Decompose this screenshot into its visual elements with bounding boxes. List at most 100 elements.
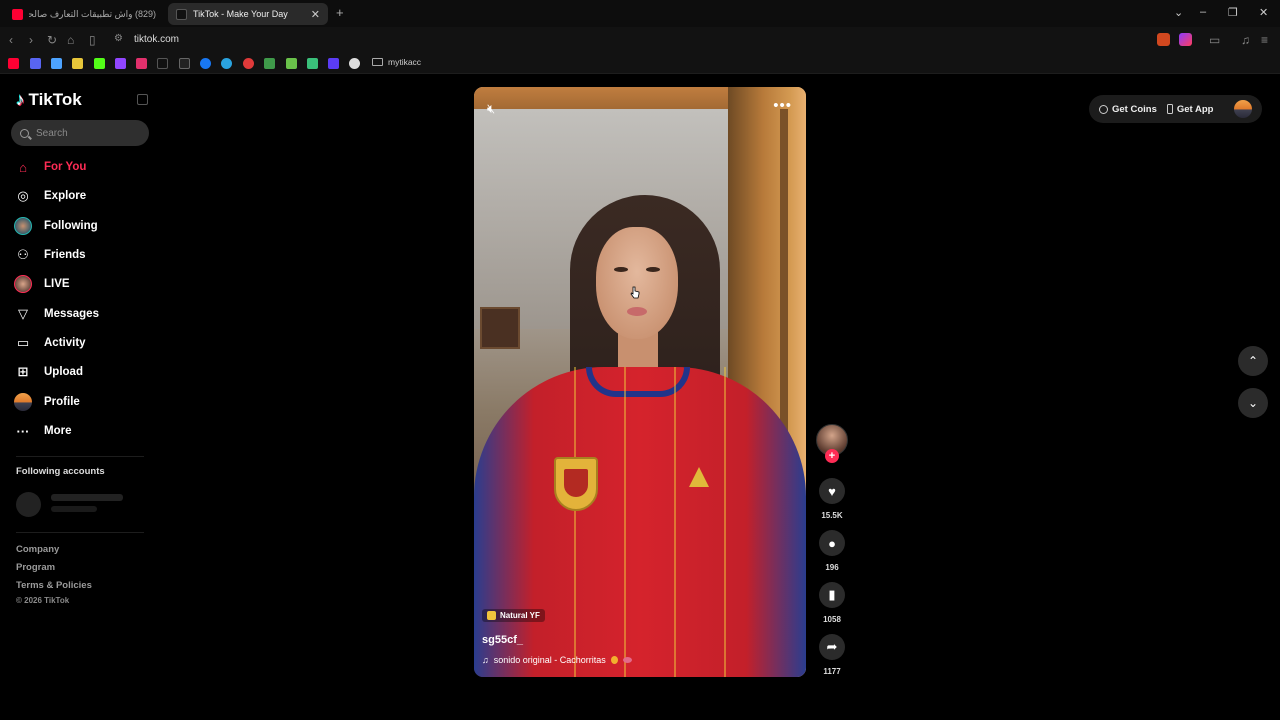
sidebar-item-profile[interactable]: Profile [14,391,80,413]
bookmark-facebook-icon[interactable] [200,58,211,69]
address-bar: ‹ › ↻ ⌂ ▯ ⚙ tiktok.com ▭ ♫ ≡ [0,27,1280,54]
music-info[interactable]: ♫ sonido original - Cachorritas [482,655,798,665]
comment-button[interactable]: ● [819,530,845,556]
bookmark-gemini-icon[interactable] [51,58,62,69]
search-input[interactable]: Search [11,120,149,146]
like-button[interactable]: ♥ [819,478,845,504]
user-avatar[interactable] [1234,100,1252,118]
bookmark-youtube-icon[interactable] [8,58,19,69]
get-coins-button[interactable]: Get Coins [1099,104,1157,115]
sidebar-item-upload[interactable]: ⊞ Upload [14,361,83,383]
divider [16,456,144,457]
sidebar-item-messages[interactable]: ▽ Messages [14,303,99,325]
sidebar-item-label: Following [44,220,98,232]
tiktok-note-icon: ♪ [16,90,25,109]
profile-avatar [14,393,32,411]
save-button[interactable]: ▮ [819,582,845,608]
bookmark-icon: ▮ [828,587,836,602]
media-icon[interactable]: ♫ [1241,33,1250,47]
browser-menu-icon[interactable]: ≡ [1261,33,1268,47]
sidebar-item-label: More [44,425,72,437]
bookmark-telegram-icon[interactable] [221,58,232,69]
hand-cursor-icon [630,286,640,299]
sidebar-item-for-you[interactable]: ⌂ For You [14,156,86,178]
tab-list-icon[interactable]: ⌄ [1174,6,1183,19]
bookmark-red-icon[interactable] [243,58,254,69]
video-person-eye [614,267,628,272]
bookmark-arrow-icon[interactable] [307,58,318,69]
following-avatar [14,217,32,235]
save-count: 1058 [823,615,841,624]
share-button[interactable]: ➦ [819,634,845,660]
site-settings-icon[interactable]: ⚙ [114,33,123,44]
forward-icon[interactable]: › [29,33,33,47]
sidebar-item-more[interactable]: ··· More [14,420,72,442]
phone-icon [1166,104,1173,114]
bookmark-green-icon[interactable] [264,58,275,69]
sidebar-item-label: Explore [44,190,87,202]
sidebar-toggle-icon[interactable]: ▭ [1209,33,1220,47]
get-app-label: Get App [1176,103,1214,115]
get-coins-label: Get Coins [1112,103,1157,115]
bookmark-figure-icon[interactable] [286,58,297,69]
collapse-sidebar-icon[interactable] [137,94,148,105]
home-icon: ⌂ [19,159,27,175]
video-username[interactable]: sg55cf_ [482,634,798,646]
youtube-favicon-icon [12,8,23,20]
messages-icon: ▽ [18,306,28,321]
video-person-eye [646,267,660,272]
tab-tiktok[interactable]: TikTok - Make Your Day ✕ [168,3,328,25]
effect-tag[interactable]: Natural YF [482,609,545,622]
video-player[interactable]: 🔇︎ ••• Natural YF sg55cf_ ♫ sonido origi… [474,87,806,677]
tab-youtube[interactable]: (829) واش تطبيقات التعارف صالحة لك... [4,3,164,25]
bookmark-folder-mytikacc[interactable]: mytikacc [372,57,421,67]
music-note-icon: ♫ [482,655,489,665]
url-field[interactable]: tiktok.com [134,34,179,45]
bookmark-instagram-icon[interactable] [136,58,147,69]
tiktok-logo[interactable]: ♪ TikTok [16,90,82,110]
search-placeholder: Search [36,127,68,139]
bookmark-folder-label: mytikacc [388,57,422,67]
mute-icon[interactable]: 🔇︎ [487,101,495,117]
new-tab-button[interactable]: + [336,5,344,20]
sidebar-item-following[interactable]: Following [14,215,98,237]
bookmark-folder-icon[interactable] [72,58,83,69]
home-icon[interactable]: ⌂ [67,33,74,47]
skeleton-avatar [16,492,41,517]
previous-video-button[interactable]: ⌃ [1238,346,1268,376]
close-tab-icon[interactable]: ✕ [311,8,320,21]
sidebar-item-activity[interactable]: ▭ Activity [14,332,86,354]
bookmark-purple-icon[interactable] [328,58,339,69]
follow-plus-button[interactable]: + [825,449,839,463]
footer-link-program[interactable]: Program [16,562,55,573]
bookmark-tiktok-icon[interactable] [157,58,168,69]
next-video-button[interactable]: ⌄ [1238,388,1268,418]
sidebar-item-friends[interactable]: ⚇ Friends [14,244,85,266]
skeleton-line [51,494,123,501]
skeleton-line [51,506,97,512]
more-options-icon[interactable]: ••• [773,97,792,114]
close-window-button[interactable]: ✕ [1259,6,1268,19]
bookmark-icon[interactable]: ▯ [89,33,96,47]
heart-icon: ♥ [828,483,836,499]
minimize-button[interactable]: – [1200,6,1206,18]
bookmark-app-icon[interactable] [30,58,41,69]
footer-link-company[interactable]: Company [16,544,59,555]
effect-icon [487,611,496,620]
footer-link-terms[interactable]: Terms & Policies [16,580,92,591]
bookmark-kick-icon[interactable] [94,58,105,69]
bookmark-twitch-icon[interactable] [115,58,126,69]
back-icon[interactable]: ‹ [9,33,13,47]
sidebar-item-live[interactable]: LIVE [14,273,70,295]
more-icon: ··· [16,423,30,439]
maximize-button[interactable]: ❐ [1228,6,1238,19]
sidebar-item-label: LIVE [44,278,70,290]
reload-icon[interactable]: ↻ [47,33,57,47]
get-app-button[interactable]: Get App [1166,103,1214,115]
brave-shield-icon[interactable] [1157,33,1170,46]
bookmark-x-icon[interactable] [179,58,190,69]
music-title: sonido original - Cachorritas [493,655,606,665]
bookmark-globe-icon[interactable] [349,58,360,69]
sidebar-item-explore[interactable]: ◎ Explore [14,185,86,207]
brave-rewards-icon[interactable] [1179,33,1192,46]
